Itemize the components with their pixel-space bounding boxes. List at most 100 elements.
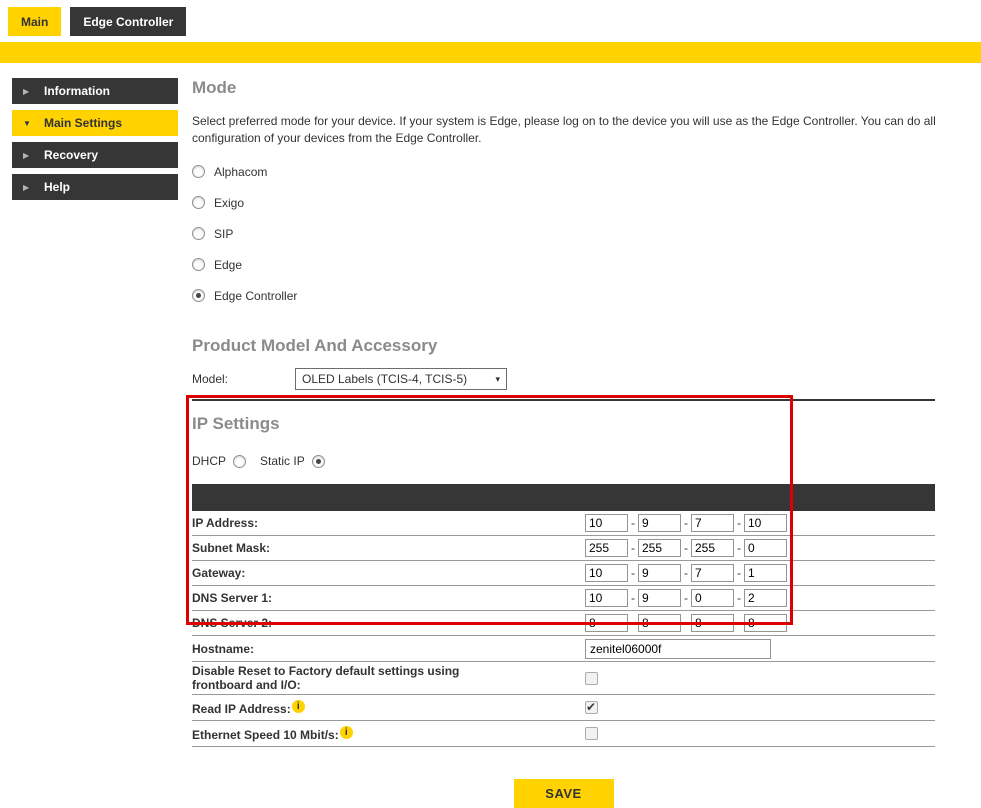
ip-octet-2[interactable]: [638, 514, 681, 532]
ip-settings-title: IP Settings: [192, 414, 935, 434]
disable-reset-checkbox[interactable]: [585, 672, 598, 685]
radio-option-edge-controller[interactable]: Edge Controller: [192, 280, 935, 311]
info-icon[interactable]: i: [340, 726, 353, 739]
dns1-octet-4[interactable]: [744, 589, 787, 607]
radio-icon[interactable]: [192, 258, 205, 271]
disable-reset-row: Disable Reset to Factory default setting…: [192, 662, 935, 695]
tab-main[interactable]: Main: [8, 7, 61, 36]
read-ip-checkbox[interactable]: [585, 701, 598, 714]
hostname-input[interactable]: [585, 639, 771, 659]
model-select[interactable]: OLED Labels (TCIS-4, TCIS-5) ▾: [295, 368, 507, 390]
ethernet-speed-checkbox[interactable]: [585, 727, 598, 740]
octet-separator: -: [684, 591, 688, 605]
sidebar-item-label: Recovery: [44, 148, 98, 162]
radio-option-exigo[interactable]: Exigo: [192, 187, 935, 218]
read-ip-row: Read IP Address:i: [192, 695, 935, 721]
hostname-label: Hostname:: [192, 642, 585, 656]
save-button[interactable]: SAVE: [514, 779, 614, 808]
mode-radio-group: Alphacom Exigo SIP Edge Edge Controller: [192, 156, 935, 311]
sidebar-item-help[interactable]: ▶ Help: [12, 174, 178, 200]
ip-octet-3[interactable]: [691, 514, 734, 532]
hostname-row: Hostname:: [192, 636, 935, 662]
chevron-down-icon: ▾: [495, 374, 500, 385]
gateway-octet-4[interactable]: [744, 564, 787, 582]
radio-option-alphacom[interactable]: Alphacom: [192, 156, 935, 187]
ip-octet-4[interactable]: [744, 514, 787, 532]
tab-edge-controller[interactable]: Edge Controller: [70, 7, 186, 36]
radio-label: Exigo: [214, 196, 244, 210]
radio-icon[interactable]: [192, 196, 205, 209]
octet-separator: -: [631, 541, 635, 555]
sidebar-item-information[interactable]: ▶ Information: [12, 78, 178, 104]
radio-label: SIP: [214, 227, 233, 241]
ip-mode-radio-row: DHCP Static IP: [192, 453, 935, 469]
radio-icon[interactable]: [192, 227, 205, 240]
product-section-title: Product Model And Accessory: [192, 336, 935, 356]
subnet-mask-row: Subnet Mask: - - -: [192, 536, 935, 561]
gateway-octet-1[interactable]: [585, 564, 628, 582]
sidebar-item-label: Main Settings: [44, 116, 122, 130]
chevron-right-icon: ▶: [23, 151, 37, 160]
octet-separator: -: [631, 566, 635, 580]
model-label: Model:: [192, 372, 295, 386]
static-ip-radio[interactable]: [312, 455, 325, 468]
octet-separator: -: [684, 516, 688, 530]
main-content: Mode Select preferred mode for your devi…: [192, 63, 935, 808]
row-label: Subnet Mask:: [192, 541, 585, 555]
octet-separator: -: [737, 516, 741, 530]
radio-icon[interactable]: [192, 165, 205, 178]
info-icon[interactable]: i: [292, 700, 305, 713]
octet-separator: -: [684, 541, 688, 555]
dns2-octet-2[interactable]: [638, 614, 681, 632]
dns2-octet-1[interactable]: [585, 614, 628, 632]
dns2-octet-4[interactable]: [744, 614, 787, 632]
gateway-row: Gateway: - - -: [192, 561, 935, 586]
octet-separator: -: [737, 541, 741, 555]
row-label: DNS Server 2:: [192, 616, 585, 630]
radio-label: Edge: [214, 258, 242, 272]
subnet-octet-3[interactable]: [691, 539, 734, 557]
section-divider: [192, 399, 935, 401]
dns1-row: DNS Server 1: - - -: [192, 586, 935, 611]
model-row: Model: OLED Labels (TCIS-4, TCIS-5) ▾: [192, 368, 935, 390]
sidebar-item-label: Information: [44, 84, 110, 98]
sidebar-item-main-settings[interactable]: ▼ Main Settings: [12, 110, 178, 136]
subnet-octet-1[interactable]: [585, 539, 628, 557]
ip-address-row: IP Address: - - -: [192, 511, 935, 536]
subnet-octet-4[interactable]: [744, 539, 787, 557]
model-select-value: OLED Labels (TCIS-4, TCIS-5): [302, 372, 495, 386]
octet-separator: -: [631, 516, 635, 530]
sidebar-item-recovery[interactable]: ▶ Recovery: [12, 142, 178, 168]
ethernet-speed-label: Ethernet Speed 10 Mbit/s:i: [192, 726, 585, 742]
radio-option-sip[interactable]: SIP: [192, 218, 935, 249]
read-ip-label-text: Read IP Address:: [192, 702, 291, 716]
subnet-octet-2[interactable]: [638, 539, 681, 557]
octet-separator: -: [737, 591, 741, 605]
static-ip-label: Static IP: [260, 454, 305, 468]
octet-separator: -: [684, 566, 688, 580]
octet-separator: -: [737, 566, 741, 580]
sidebar: ▶ Information ▼ Main Settings ▶ Recovery…: [12, 78, 178, 206]
gateway-octet-3[interactable]: [691, 564, 734, 582]
radio-option-edge[interactable]: Edge: [192, 249, 935, 280]
dns2-row: DNS Server 2: - - -: [192, 611, 935, 636]
row-label: IP Address:: [192, 516, 585, 530]
chevron-right-icon: ▶: [23, 183, 37, 192]
disable-reset-label: Disable Reset to Factory default setting…: [192, 664, 585, 692]
dhcp-radio[interactable]: [233, 455, 246, 468]
mode-section-title: Mode: [192, 78, 935, 98]
radio-checked-icon[interactable]: [192, 289, 205, 302]
radio-label: Edge Controller: [214, 289, 297, 303]
yellow-banner: [0, 42, 981, 63]
ip-octet-1[interactable]: [585, 514, 628, 532]
chevron-down-icon: ▼: [23, 119, 37, 128]
dns1-octet-3[interactable]: [691, 589, 734, 607]
sidebar-item-label: Help: [44, 180, 70, 194]
row-label: DNS Server 1:: [192, 591, 585, 605]
disable-reset-label-text: Disable Reset to Factory default setting…: [192, 664, 477, 692]
dns1-octet-2[interactable]: [638, 589, 681, 607]
dns2-octet-3[interactable]: [691, 614, 734, 632]
gateway-octet-2[interactable]: [638, 564, 681, 582]
chevron-right-icon: ▶: [23, 87, 37, 96]
dns1-octet-1[interactable]: [585, 589, 628, 607]
